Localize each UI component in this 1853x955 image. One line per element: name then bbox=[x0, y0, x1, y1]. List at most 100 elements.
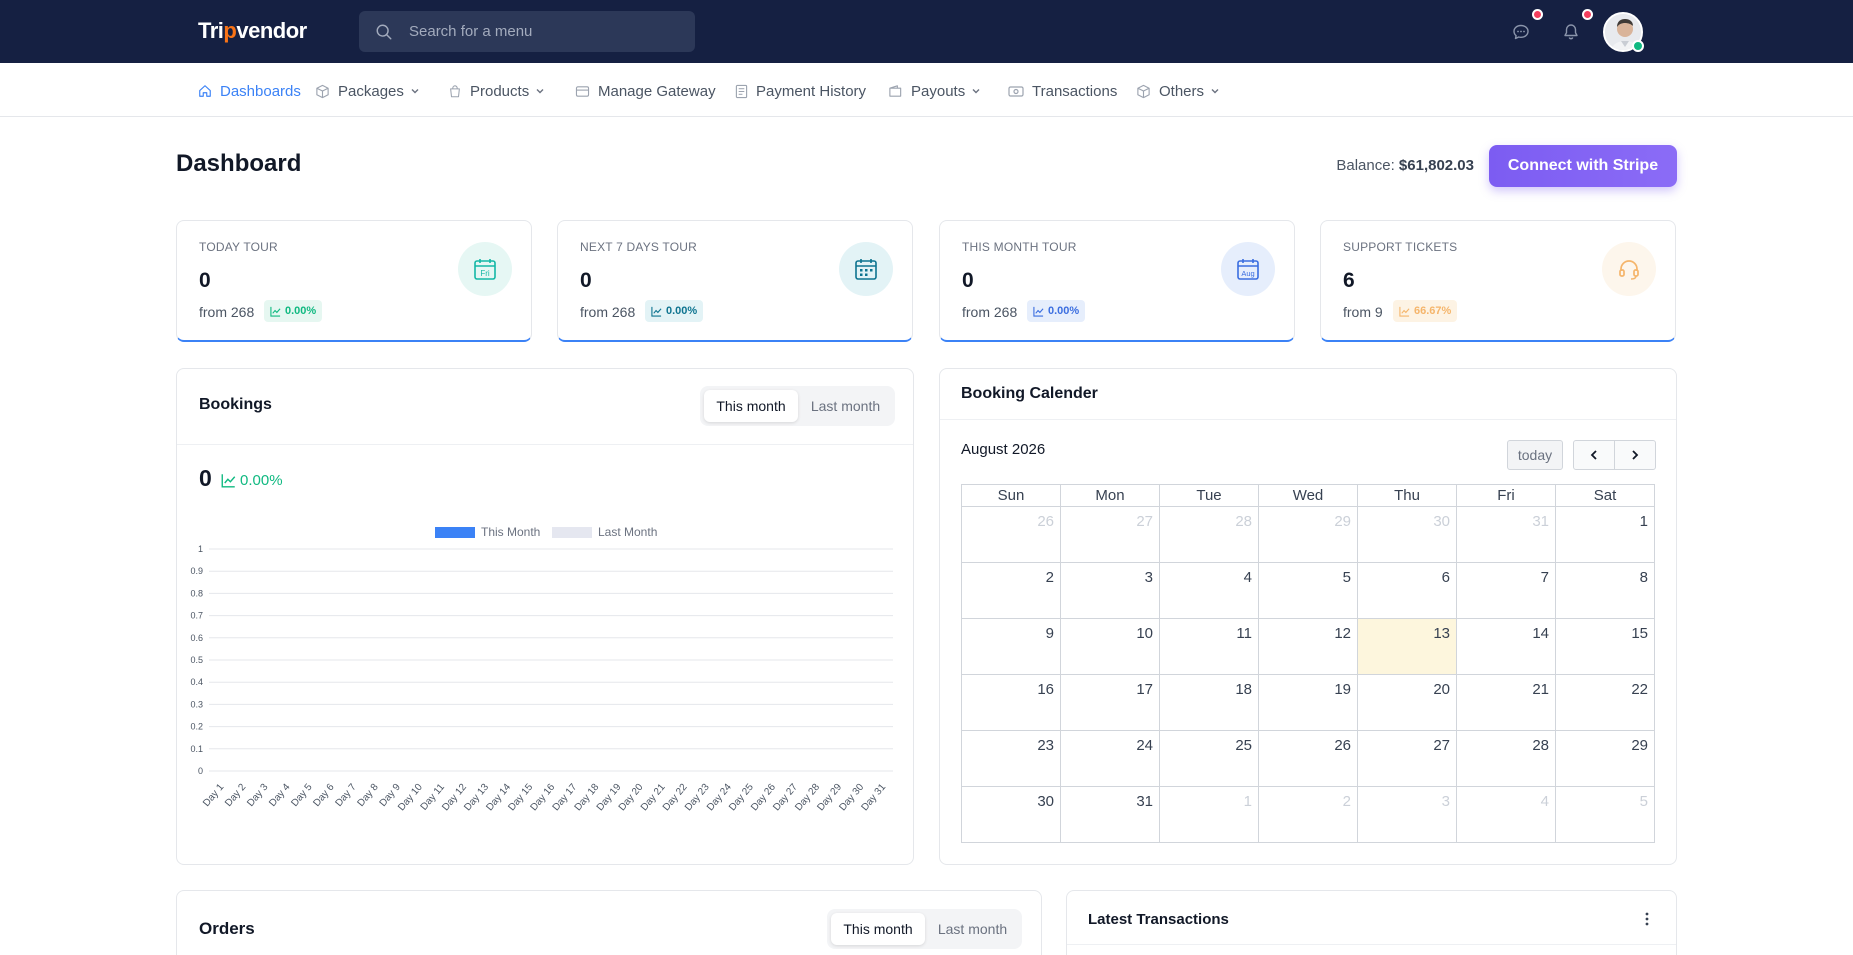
bell-icon[interactable] bbox=[1561, 22, 1581, 42]
calendar-day[interactable]: 5 bbox=[1555, 786, 1655, 843]
calendar-day[interactable]: 27 bbox=[1060, 506, 1160, 563]
calendar-day[interactable]: 18 bbox=[1159, 674, 1259, 731]
stat-from: from 9 bbox=[1343, 304, 1383, 320]
connect-stripe-button[interactable]: Connect with Stripe bbox=[1489, 145, 1677, 187]
tab-this-month[interactable]: This month bbox=[704, 390, 798, 422]
calendar-day[interactable]: 29 bbox=[1258, 506, 1358, 563]
nav-item-payment-history[interactable]: Payment History bbox=[735, 81, 866, 101]
calendar-day[interactable]: 17 bbox=[1060, 674, 1160, 731]
calendar-day[interactable]: 26 bbox=[1258, 730, 1358, 787]
nav-label: Products bbox=[470, 82, 530, 100]
calendar-day[interactable]: 4 bbox=[1159, 562, 1259, 619]
weekday-header: Mon bbox=[1060, 484, 1160, 507]
y-tick-label: 0.5 bbox=[190, 655, 203, 665]
chevron-down-icon bbox=[536, 89, 544, 94]
latest-transactions-panel: Latest Transactions bbox=[1066, 890, 1677, 955]
search-icon bbox=[376, 24, 392, 40]
bag-icon bbox=[450, 84, 460, 97]
nav-label: Payouts bbox=[911, 82, 966, 100]
nav-item-packages[interactable]: Packages bbox=[315, 81, 420, 101]
chevron-down-icon bbox=[1211, 89, 1219, 94]
calendar-day[interactable]: 26 bbox=[961, 506, 1061, 563]
calendar-day[interactable]: 3 bbox=[1060, 562, 1160, 619]
calendar-day[interactable]: 9 bbox=[961, 618, 1061, 675]
bookings-title: Bookings bbox=[199, 396, 272, 413]
nav-item-payouts[interactable]: Payouts bbox=[888, 81, 981, 101]
calendar-title: Booking Calender bbox=[961, 385, 1098, 402]
calendar-day[interactable]: 30 bbox=[961, 786, 1061, 843]
brand-logo[interactable]: Tripvendor bbox=[198, 18, 307, 44]
stat-from: from 268 bbox=[962, 304, 1018, 320]
stat-label: NEXT 7 DAYS TOUR bbox=[580, 240, 698, 254]
calendar-day[interactable]: 10 bbox=[1060, 618, 1160, 675]
cash-icon bbox=[1008, 85, 1024, 97]
nav-item-others[interactable]: Others bbox=[1136, 81, 1220, 101]
calendar-day[interactable]: 15 bbox=[1555, 618, 1655, 675]
calendar-day[interactable]: 31 bbox=[1060, 786, 1160, 843]
stat-percent-badge: 0.00% bbox=[1027, 300, 1086, 322]
calendar-day[interactable]: 1 bbox=[1159, 786, 1259, 843]
tab-this-month[interactable]: This month bbox=[831, 913, 925, 945]
tab-last-month[interactable]: Last month bbox=[800, 390, 891, 422]
calendar-today-button[interactable]: today bbox=[1507, 440, 1563, 470]
search-input[interactable] bbox=[409, 11, 679, 52]
trend-up-icon bbox=[1033, 306, 1044, 317]
calendar-day[interactable]: 8 bbox=[1555, 562, 1655, 619]
chat-notification-dot bbox=[1532, 9, 1543, 20]
calendar-day[interactable]: 3 bbox=[1357, 786, 1457, 843]
calendar-day[interactable]: 27 bbox=[1357, 730, 1457, 787]
weekday-header: Sun bbox=[961, 484, 1061, 507]
calendar-day[interactable]: 30 bbox=[1357, 506, 1457, 563]
nav-label: Packages bbox=[338, 82, 404, 100]
chat-icon[interactable] bbox=[1511, 22, 1531, 42]
weekday-header: Sat bbox=[1555, 484, 1655, 507]
calendar-day[interactable]: 19 bbox=[1258, 674, 1358, 731]
calendar-day[interactable]: 28 bbox=[1159, 506, 1259, 563]
balance-value: $61,802.03 bbox=[1398, 157, 1474, 174]
calendar-day[interactable]: 2 bbox=[961, 562, 1061, 619]
calendar-day[interactable]: 24 bbox=[1060, 730, 1160, 787]
calendar-day[interactable]: 1 bbox=[1555, 506, 1655, 563]
trend-up-icon bbox=[221, 474, 236, 488]
calendar-day[interactable]: 31 bbox=[1456, 506, 1556, 563]
calendar-day[interactable]: 22 bbox=[1555, 674, 1655, 731]
stat-value: 0 bbox=[962, 269, 974, 292]
calendar-day[interactable]: 12 bbox=[1258, 618, 1358, 675]
trend-up-icon bbox=[270, 306, 281, 317]
calendar-day[interactable]: 23 bbox=[961, 730, 1061, 787]
x-tick-label: Day 31 bbox=[859, 782, 888, 814]
calendar-day[interactable]: 25 bbox=[1159, 730, 1259, 787]
nav-item-dashboards[interactable]: Dashboards bbox=[198, 81, 301, 101]
calendar-day-icon: Fri bbox=[458, 242, 512, 296]
weekday-header: Thu bbox=[1357, 484, 1457, 507]
nav-item-products[interactable]: Products bbox=[448, 81, 545, 101]
calendar-prev-button[interactable] bbox=[1573, 440, 1615, 470]
box-icon bbox=[316, 84, 329, 98]
tab-last-month[interactable]: Last month bbox=[927, 913, 1018, 945]
calendar-day[interactable]: 21 bbox=[1456, 674, 1556, 731]
stat-from: from 268 bbox=[580, 304, 636, 320]
nav-item-transactions[interactable]: Transactions bbox=[1008, 81, 1117, 101]
home-icon bbox=[199, 85, 211, 97]
bookings-percent: 0.00% bbox=[221, 472, 283, 489]
calendar-day-today[interactable]: 13 bbox=[1357, 618, 1457, 675]
calendar-month-label: August 2026 bbox=[961, 441, 1046, 458]
x-tick-label: Day 3 bbox=[245, 782, 270, 809]
calendar-month-icon: Aug bbox=[1221, 242, 1275, 296]
calendar-day[interactable]: 6 bbox=[1357, 562, 1457, 619]
calendar-day[interactable]: 11 bbox=[1159, 618, 1259, 675]
calendar-day[interactable]: 5 bbox=[1258, 562, 1358, 619]
calendar-day[interactable]: 7 bbox=[1456, 562, 1556, 619]
chevron-left-icon bbox=[1590, 450, 1597, 460]
calendar-day[interactable]: 2 bbox=[1258, 786, 1358, 843]
calendar-day[interactable]: 14 bbox=[1456, 618, 1556, 675]
stat-card-support-tickets: SUPPORT TICKETS 6 from 9 66.67% bbox=[1320, 220, 1676, 342]
more-options-icon[interactable] bbox=[1644, 911, 1650, 927]
calendar-day[interactable]: 29 bbox=[1555, 730, 1655, 787]
calendar-day[interactable]: 4 bbox=[1456, 786, 1556, 843]
nav-item-manage-gateway[interactable]: Manage Gateway bbox=[575, 81, 716, 101]
calendar-day[interactable]: 16 bbox=[961, 674, 1061, 731]
calendar-next-button[interactable] bbox=[1614, 440, 1656, 470]
calendar-day[interactable]: 28 bbox=[1456, 730, 1556, 787]
calendar-day[interactable]: 20 bbox=[1357, 674, 1457, 731]
